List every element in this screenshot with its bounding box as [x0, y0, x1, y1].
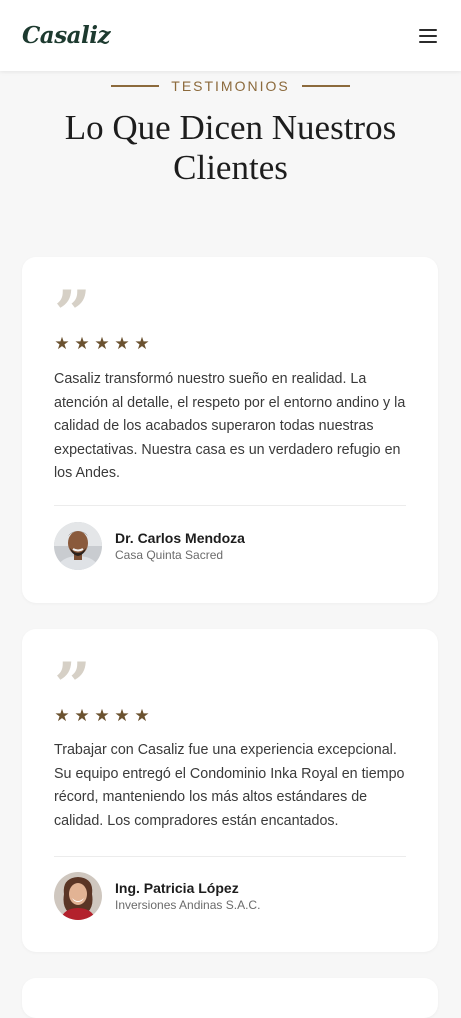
eyebrow-label: TESTIMONIOS — [171, 78, 290, 94]
section-eyebrow: TESTIMONIOS — [0, 78, 461, 94]
star-icon: ★ — [114, 334, 130, 353]
star-icon: ★ — [74, 706, 90, 725]
star-icon: ★ — [54, 706, 70, 725]
avatar — [54, 872, 102, 920]
testimonial-author: Dr. Carlos Mendoza Casa Quinta Sacred — [54, 522, 245, 570]
brand-logo[interactable]: Casaliz — [22, 22, 111, 49]
author-company: Inversiones Andinas S.A.C. — [115, 898, 261, 912]
star-icon: ★ — [134, 706, 150, 725]
section-title: Lo Que Dicen Nuestros Clientes — [64, 108, 397, 187]
author-company: Casa Quinta Sacred — [115, 548, 224, 562]
star-rating: ★ ★ ★ ★ ★ — [54, 334, 150, 354]
quote-icon: ” — [54, 283, 91, 327]
author-name: Ing. Patricia López — [115, 880, 239, 896]
star-icon: ★ — [54, 334, 70, 353]
testimonial-author: Ing. Patricia López Inversiones Andinas … — [54, 872, 260, 920]
testimonial-card: ” ★ ★ ★ ★ ★ Casaliz transformó nuestro s… — [22, 257, 438, 603]
menu-bar — [419, 28, 437, 31]
hamburger-menu-icon[interactable] — [417, 27, 439, 45]
eyebrow-line-left — [111, 85, 160, 87]
eyebrow-line-right — [301, 85, 350, 87]
author-name: Dr. Carlos Mendoza — [115, 530, 245, 546]
star-icon: ★ — [114, 706, 130, 725]
quote-icon: ” — [54, 655, 91, 699]
author-info: Dr. Carlos Mendoza Casa Quinta Sacred — [115, 529, 245, 563]
testimonial-card — [22, 978, 438, 1018]
divider — [54, 505, 406, 506]
star-rating: ★ ★ ★ ★ ★ — [54, 706, 150, 726]
testimonials-header: TESTIMONIOS Lo Que Dicen Nuestros Client… — [0, 71, 461, 188]
site-header: Casaliz — [0, 0, 461, 71]
testimonial-text: Trabajar con Casaliz fue una experiencia… — [54, 742, 405, 829]
menu-bar — [419, 40, 437, 43]
star-icon: ★ — [134, 334, 150, 353]
testimonial-card: ” ★ ★ ★ ★ ★ Trabajar con Casaliz fue una… — [22, 629, 438, 952]
star-icon: ★ — [94, 334, 110, 353]
author-info: Ing. Patricia López Inversiones Andinas … — [115, 879, 260, 913]
star-icon: ★ — [94, 706, 110, 725]
divider — [54, 856, 406, 857]
testimonial-text: Casaliz transformó nuestro sueño en real… — [54, 371, 406, 481]
avatar — [54, 522, 102, 570]
star-icon: ★ — [74, 334, 90, 353]
menu-bar — [419, 34, 437, 37]
